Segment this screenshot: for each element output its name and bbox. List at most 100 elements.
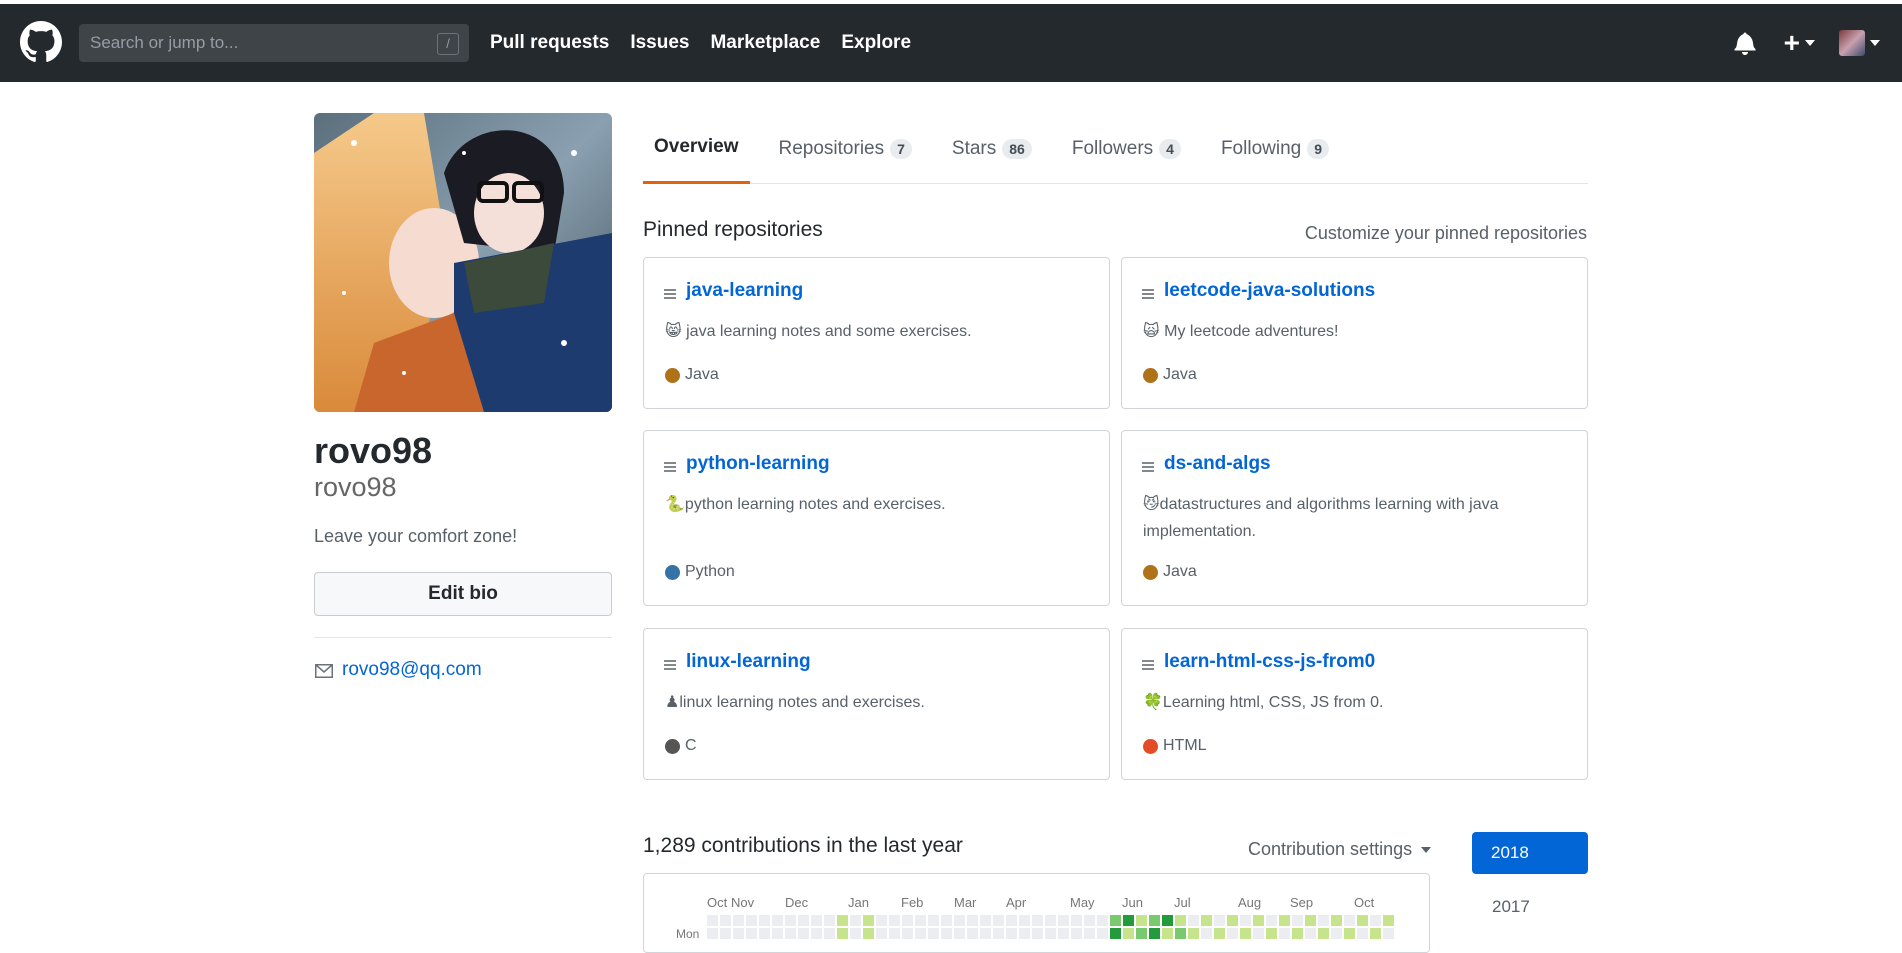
tab-stars[interactable]: Stars 86 bbox=[941, 113, 1043, 184]
contribution-cell[interactable] bbox=[889, 915, 900, 926]
contribution-cell[interactable] bbox=[954, 928, 965, 939]
year-link-2017[interactable]: 2017 bbox=[1492, 897, 1530, 917]
tab-overview[interactable]: Overview bbox=[643, 113, 750, 184]
repo-name-link[interactable]: leetcode-java-solutions bbox=[1164, 280, 1375, 302]
contribution-cell[interactable] bbox=[876, 928, 887, 939]
contribution-cell[interactable] bbox=[1162, 915, 1173, 926]
contribution-cell[interactable] bbox=[863, 915, 874, 926]
contribution-cell[interactable] bbox=[707, 915, 718, 926]
tab-repositories[interactable]: Repositories 7 bbox=[768, 113, 923, 184]
contribution-cell[interactable] bbox=[1149, 915, 1160, 926]
contribution-cell[interactable] bbox=[1318, 915, 1329, 926]
contribution-cell[interactable] bbox=[902, 915, 913, 926]
contribution-cell[interactable] bbox=[1331, 928, 1342, 939]
contribution-cell[interactable] bbox=[1305, 915, 1316, 926]
contribution-cell[interactable] bbox=[1006, 928, 1017, 939]
contribution-cell[interactable] bbox=[928, 915, 939, 926]
contribution-cell[interactable] bbox=[1045, 928, 1056, 939]
repo-name-link[interactable]: java-learning bbox=[686, 280, 803, 302]
github-logo-icon[interactable] bbox=[20, 21, 62, 63]
contribution-cell[interactable] bbox=[1175, 915, 1186, 926]
contribution-cell[interactable] bbox=[733, 915, 744, 926]
contribution-cell[interactable] bbox=[1071, 915, 1082, 926]
contribution-cell[interactable] bbox=[889, 928, 900, 939]
contribution-cell[interactable] bbox=[967, 928, 978, 939]
create-new-dropdown[interactable]: + bbox=[1784, 29, 1815, 57]
contribution-cell[interactable] bbox=[1123, 928, 1134, 939]
contribution-cell[interactable] bbox=[1266, 928, 1277, 939]
contribution-cell[interactable] bbox=[824, 928, 835, 939]
contribution-cell[interactable] bbox=[954, 915, 965, 926]
repo-name-link[interactable]: learn-html-css-js-from0 bbox=[1164, 651, 1375, 673]
nav-marketplace[interactable]: Marketplace bbox=[710, 32, 820, 54]
contribution-cell[interactable] bbox=[1058, 928, 1069, 939]
contribution-cell[interactable] bbox=[798, 915, 809, 926]
contribution-cell[interactable] bbox=[772, 915, 783, 926]
contribution-cell[interactable] bbox=[733, 928, 744, 939]
contribution-cell[interactable] bbox=[1331, 915, 1342, 926]
contribution-cell[interactable] bbox=[915, 915, 926, 926]
contribution-cell[interactable] bbox=[1292, 928, 1303, 939]
contribution-cell[interactable] bbox=[980, 928, 991, 939]
contribution-cell[interactable] bbox=[1175, 928, 1186, 939]
contribution-cell[interactable] bbox=[1344, 915, 1355, 926]
contribution-cell[interactable] bbox=[1097, 915, 1108, 926]
contribution-cell[interactable] bbox=[1240, 915, 1251, 926]
contribution-cell[interactable] bbox=[967, 915, 978, 926]
contribution-cell[interactable] bbox=[720, 928, 731, 939]
contribution-cell[interactable] bbox=[1149, 928, 1160, 939]
contribution-cell[interactable] bbox=[1097, 928, 1108, 939]
contribution-cell[interactable] bbox=[1253, 928, 1264, 939]
search-input[interactable] bbox=[79, 24, 419, 62]
contribution-cell[interactable] bbox=[1071, 928, 1082, 939]
contribution-cell[interactable] bbox=[850, 928, 861, 939]
contribution-cell[interactable] bbox=[1370, 915, 1381, 926]
contribution-cell[interactable] bbox=[876, 915, 887, 926]
nav-explore[interactable]: Explore bbox=[841, 32, 911, 54]
contribution-cell[interactable] bbox=[1084, 915, 1095, 926]
contribution-cell[interactable] bbox=[1292, 915, 1303, 926]
contribution-cell[interactable] bbox=[759, 915, 770, 926]
contribution-cell[interactable] bbox=[1019, 928, 1030, 939]
contribution-cell[interactable] bbox=[824, 915, 835, 926]
contribution-cell[interactable] bbox=[1318, 928, 1329, 939]
contribution-cell[interactable] bbox=[1279, 915, 1290, 926]
contribution-cell[interactable] bbox=[993, 928, 1004, 939]
contribution-cell[interactable] bbox=[1279, 928, 1290, 939]
contribution-settings-dropdown[interactable]: Contribution settings bbox=[1248, 839, 1432, 860]
tab-following[interactable]: Following 9 bbox=[1210, 113, 1340, 184]
notifications-bell-icon[interactable] bbox=[1734, 31, 1756, 55]
nav-issues[interactable]: Issues bbox=[630, 32, 689, 54]
contribution-cell[interactable] bbox=[915, 928, 926, 939]
contribution-cell[interactable] bbox=[785, 915, 796, 926]
contribution-cell[interactable] bbox=[941, 915, 952, 926]
contribution-cell[interactable] bbox=[785, 928, 796, 939]
contribution-cell[interactable] bbox=[1357, 915, 1368, 926]
contribution-cell[interactable] bbox=[707, 928, 718, 939]
contribution-cell[interactable] bbox=[1188, 915, 1199, 926]
contribution-cell[interactable] bbox=[772, 928, 783, 939]
contribution-cell[interactable] bbox=[759, 928, 770, 939]
user-menu-dropdown[interactable] bbox=[1839, 30, 1880, 56]
contribution-cell[interactable] bbox=[1201, 915, 1212, 926]
contribution-cell[interactable] bbox=[1162, 928, 1173, 939]
contribution-cell[interactable] bbox=[1032, 915, 1043, 926]
contribution-cell[interactable] bbox=[1383, 928, 1394, 939]
contribution-cell[interactable] bbox=[1058, 915, 1069, 926]
profile-avatar[interactable] bbox=[314, 113, 612, 412]
contribution-cell[interactable] bbox=[837, 915, 848, 926]
contribution-cell[interactable] bbox=[993, 915, 1004, 926]
contribution-cell[interactable] bbox=[1123, 915, 1134, 926]
contribution-cell[interactable] bbox=[850, 915, 861, 926]
contribution-cell[interactable] bbox=[1383, 915, 1394, 926]
contribution-cell[interactable] bbox=[837, 928, 848, 939]
contribution-cell[interactable] bbox=[1240, 928, 1251, 939]
contribution-cell[interactable] bbox=[1188, 928, 1199, 939]
contribution-cell[interactable] bbox=[1214, 915, 1225, 926]
contribution-cell[interactable] bbox=[1266, 915, 1277, 926]
contribution-cell[interactable] bbox=[720, 915, 731, 926]
contribution-cell[interactable] bbox=[1032, 928, 1043, 939]
nav-pull-requests[interactable]: Pull requests bbox=[490, 32, 609, 54]
contribution-cell[interactable] bbox=[863, 928, 874, 939]
contribution-cell[interactable] bbox=[1370, 928, 1381, 939]
